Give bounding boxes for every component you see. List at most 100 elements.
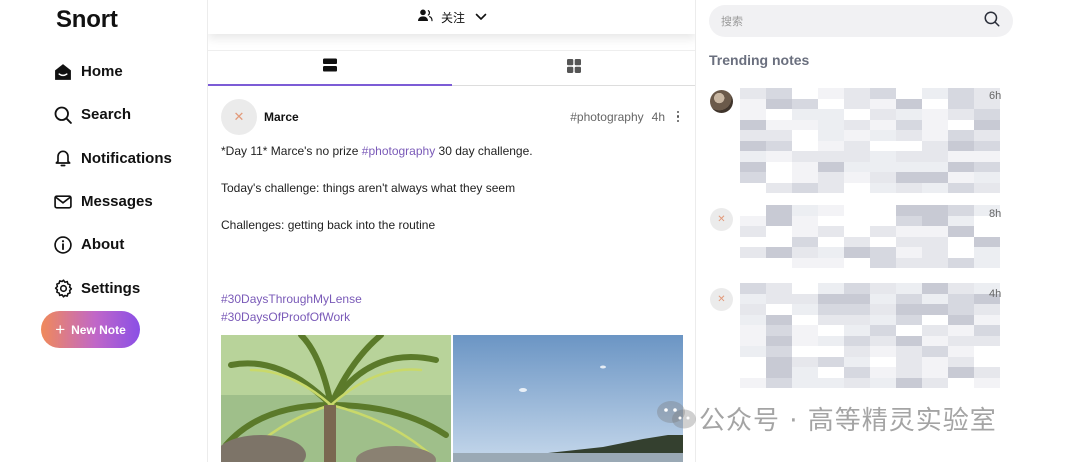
mosaic-cell — [818, 88, 844, 99]
hashtag-link[interactable]: #30DaysThroughMyLense — [221, 290, 362, 308]
mosaic-cell — [844, 377, 870, 388]
mosaic-cell — [974, 130, 1000, 141]
mosaic-cell — [792, 151, 818, 162]
mosaic-cell — [740, 314, 766, 325]
new-note-button[interactable]: + New Note — [41, 311, 140, 348]
mosaic-cell — [844, 304, 870, 315]
mosaic-cell — [792, 314, 818, 325]
mosaic-cell — [870, 283, 896, 294]
search-icon[interactable] — [983, 10, 1001, 33]
mosaic-cell — [818, 215, 844, 226]
sidebar-item-settings[interactable]: Settings — [52, 266, 172, 309]
mosaic-cell — [818, 205, 844, 216]
mosaic-cell — [740, 119, 766, 130]
sidebar-item-about[interactable]: About — [52, 223, 172, 266]
note-line-1: *Day 11* Marce's no prize #photography 3… — [221, 144, 533, 158]
sidebar-item-messages[interactable]: Messages — [52, 180, 172, 223]
mosaic-cell — [766, 130, 792, 141]
mosaic-cell — [870, 377, 896, 388]
mosaic-cell — [792, 367, 818, 378]
mosaic-cell — [818, 247, 844, 258]
mosaic-cell — [740, 205, 766, 216]
mosaic-cell — [948, 215, 974, 226]
sidebar-item-label: About — [81, 236, 125, 254]
sidebar-item-label: Notifications — [81, 149, 172, 167]
mosaic-cell — [870, 119, 896, 130]
tab-list-view[interactable] — [208, 51, 452, 86]
mosaic-cell — [844, 335, 870, 346]
palm-tree-photo[interactable] — [221, 335, 451, 462]
mosaic-cell — [766, 226, 792, 237]
mosaic-cell — [922, 356, 948, 367]
mosaic-cell — [844, 130, 870, 141]
hashtag-link[interactable]: #30DaysOfProofOfWork — [221, 308, 350, 326]
mosaic-cell — [766, 304, 792, 315]
mosaic-cell — [896, 325, 922, 336]
sidebar-item-search[interactable]: Search — [52, 93, 172, 136]
plus-icon: + — [55, 320, 66, 339]
note-card[interactable]: ✕ Marce #photography 4h *Day 11* Marce's… — [221, 98, 683, 462]
avatar[interactable]: ✕ — [221, 98, 257, 135]
mosaic-cell — [948, 88, 974, 99]
mosaic-cell — [740, 236, 766, 247]
sidebar-item-label: Settings — [81, 279, 141, 297]
mosaic-cell — [766, 119, 792, 130]
avatar[interactable]: ✕ — [710, 208, 733, 231]
mosaic-cell — [740, 182, 766, 193]
mosaic-cell — [922, 182, 948, 193]
app-logo[interactable]: Snort — [56, 6, 118, 34]
tab-grid-view[interactable] — [452, 51, 695, 85]
mosaic-cell — [792, 182, 818, 193]
mosaic-cell — [844, 367, 870, 378]
note-timestamp: 4h — [651, 109, 665, 124]
new-note-label: New Note — [71, 322, 126, 337]
sidebar-item-home[interactable]: Home — [52, 50, 172, 93]
mosaic-cell — [844, 257, 870, 268]
mosaic-cell — [870, 215, 896, 226]
beach-photo[interactable] — [453, 335, 683, 462]
chevron-down-icon[interactable] — [475, 8, 487, 26]
hashtag-link[interactable]: #photography — [362, 144, 435, 158]
mosaic-cell — [740, 283, 766, 294]
more-options-icon[interactable] — [673, 110, 683, 123]
mail-icon — [52, 191, 74, 213]
mosaic-cell — [766, 335, 792, 346]
mosaic-cell — [818, 257, 844, 268]
author-name[interactable]: Marce — [264, 110, 299, 124]
note-topic-tag[interactable]: #photography — [570, 110, 643, 124]
note-timestamp: 4h — [989, 288, 1002, 300]
mosaic-cell — [974, 140, 1000, 151]
mosaic-cell — [870, 88, 896, 99]
mosaic-cell — [844, 314, 870, 325]
feed-header[interactable]: 关注 — [208, 0, 695, 34]
mosaic-cell — [922, 226, 948, 237]
mosaic-cell — [870, 205, 896, 216]
mosaic-cell — [896, 161, 922, 172]
trending-note[interactable] — [710, 90, 733, 113]
mosaic-cell — [844, 325, 870, 336]
mosaic-cell — [740, 172, 766, 183]
mosaic-cell — [844, 88, 870, 99]
mosaic-cell — [740, 377, 766, 388]
mosaic-cell — [974, 367, 1000, 378]
search-input[interactable]: 搜索 — [709, 5, 1013, 37]
avatar[interactable]: ✕ — [710, 288, 733, 311]
sidebar-item-notifications[interactable]: Notifications — [52, 137, 172, 180]
trending-note[interactable]: ✕ — [710, 288, 733, 311]
mosaic-cell — [766, 109, 792, 120]
mosaic-cell — [766, 247, 792, 258]
avatar[interactable] — [710, 90, 733, 113]
trending-note[interactable]: ✕ — [710, 208, 733, 231]
mosaic-cell — [740, 247, 766, 258]
mosaic-cell — [948, 367, 974, 378]
mosaic-cell — [766, 346, 792, 357]
mosaic-cell — [766, 215, 792, 226]
mosaic-cell — [870, 335, 896, 346]
mosaic-cell — [974, 346, 1000, 357]
broken-image-icon: ✕ — [717, 294, 726, 305]
mosaic-cell — [844, 119, 870, 130]
mosaic-cell — [792, 325, 818, 336]
mosaic-cell — [766, 377, 792, 388]
mosaic-cell — [974, 172, 1000, 183]
mosaic-cell — [792, 130, 818, 141]
